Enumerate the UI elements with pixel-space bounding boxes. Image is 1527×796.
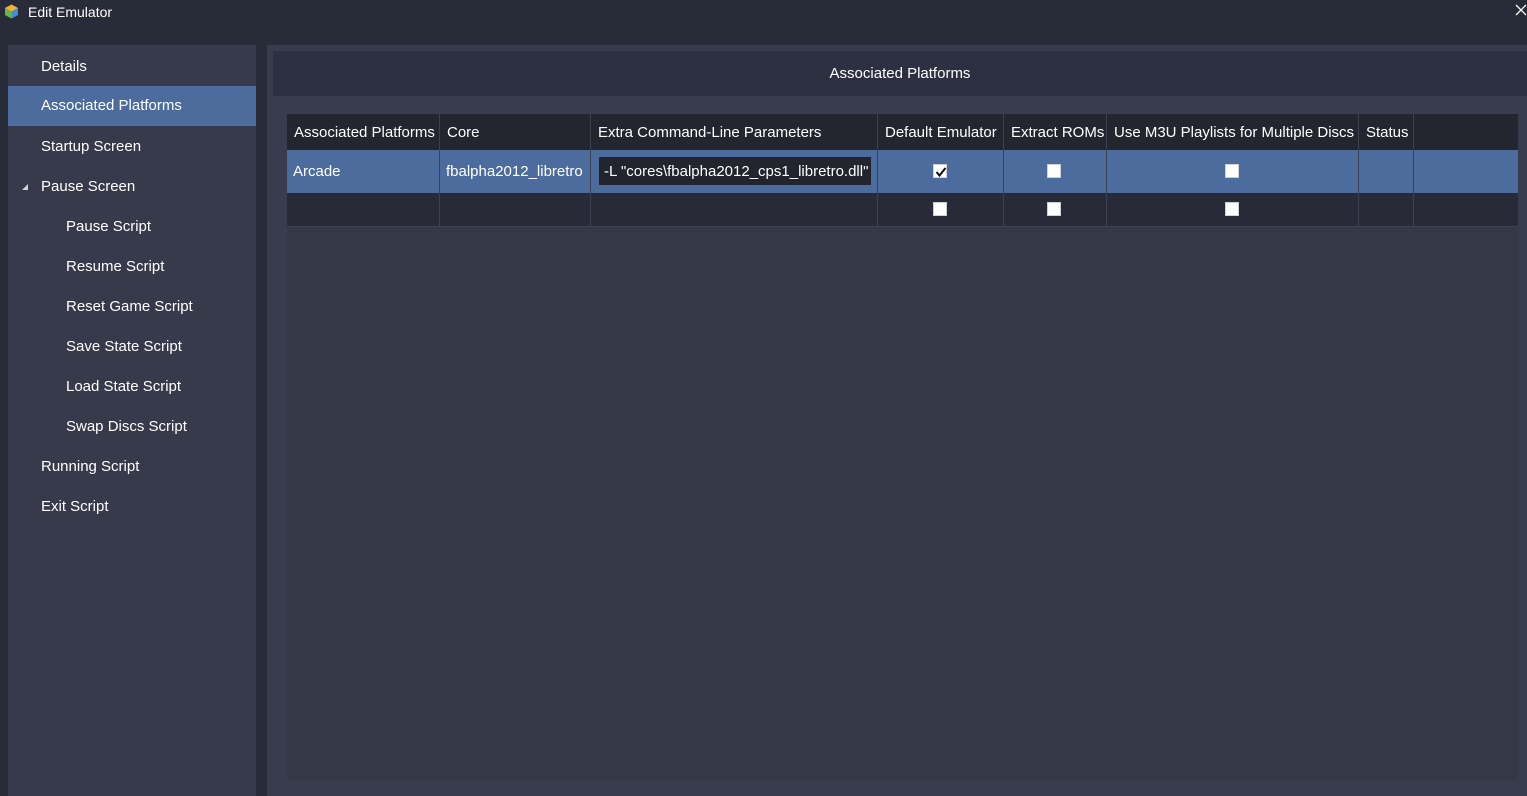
sidebar-item-swap-discs-script[interactable]: Swap Discs Script bbox=[8, 407, 256, 447]
sidebar-item-label: Resume Script bbox=[66, 258, 165, 275]
column-header-core[interactable]: Core bbox=[440, 114, 591, 150]
table-row[interactable]: Arcade fbalpha2012_libretro bbox=[287, 150, 1518, 193]
sidebar-item-running-script[interactable]: Running Script bbox=[8, 447, 256, 487]
sidebar-item-label: Reset Game Script bbox=[66, 298, 193, 315]
cell-core[interactable]: fbalpha2012_libretro bbox=[440, 150, 591, 193]
window-title: Edit Emulator bbox=[28, 4, 113, 20]
sidebar-item-label: Save State Script bbox=[66, 338, 182, 355]
cell-status bbox=[1359, 193, 1414, 226]
default-emulator-checkbox[interactable] bbox=[933, 202, 947, 216]
cell-status bbox=[1359, 150, 1414, 193]
sidebar-item-label: Pause Screen bbox=[41, 178, 136, 195]
use-m3u-checkbox[interactable] bbox=[1225, 164, 1239, 178]
sidebar-item-label: Running Script bbox=[41, 458, 140, 475]
column-header-extra-parameters[interactable]: Extra Command-Line Parameters bbox=[591, 114, 878, 150]
sidebar-item-resume-script[interactable]: Resume Script bbox=[8, 247, 256, 287]
params-input[interactable] bbox=[599, 157, 871, 185]
platforms-grid: Associated Platforms Core Extra Command-… bbox=[287, 114, 1518, 780]
cell-core[interactable] bbox=[440, 193, 591, 226]
cell-platform[interactable] bbox=[287, 193, 440, 226]
sidebar-item-pause-screen[interactable]: Pause Screen bbox=[8, 167, 256, 207]
cell-use-m3u bbox=[1107, 150, 1359, 193]
cell-params bbox=[591, 150, 878, 193]
column-header-associated-platforms[interactable]: Associated Platforms bbox=[287, 114, 440, 150]
sidebar-item-label: Swap Discs Script bbox=[66, 418, 187, 435]
cell-default-emulator bbox=[878, 150, 1004, 193]
extract-roms-checkbox[interactable] bbox=[1047, 164, 1061, 178]
cell-extract-roms bbox=[1004, 193, 1107, 226]
use-m3u-checkbox[interactable] bbox=[1225, 202, 1239, 216]
extract-roms-checkbox[interactable] bbox=[1047, 202, 1061, 216]
sidebar-item-startup-screen[interactable]: Startup Screen bbox=[8, 127, 256, 167]
sidebar-item-label: Pause Script bbox=[66, 218, 152, 235]
cell-params[interactable] bbox=[591, 193, 878, 226]
column-header-use-m3u[interactable]: Use M3U Playlists for Multiple Discs bbox=[1107, 114, 1359, 150]
main-panel: Associated Platforms Associated Platform… bbox=[267, 45, 1527, 796]
panel-title: Associated Platforms bbox=[829, 65, 971, 82]
sidebar-item-exit-script[interactable]: Exit Script bbox=[8, 487, 256, 527]
cell-extract-roms bbox=[1004, 150, 1107, 193]
column-header-extract-roms[interactable]: Extract ROMs bbox=[1004, 114, 1107, 150]
title-bar: Edit Emulator bbox=[0, 0, 1527, 44]
grid-header: Associated Platforms Core Extra Command-… bbox=[287, 114, 1518, 150]
close-icon bbox=[1515, 4, 1527, 16]
table-row[interactable] bbox=[287, 193, 1518, 227]
sidebar-item-associated-platforms[interactable]: Associated Platforms bbox=[8, 86, 256, 126]
launchbox-icon bbox=[5, 4, 18, 19]
cell-use-m3u bbox=[1107, 193, 1359, 226]
sidebar-item-save-state-script[interactable]: Save State Script bbox=[8, 327, 256, 367]
close-button[interactable] bbox=[1513, 2, 1527, 20]
sidebar-item-label: Details bbox=[41, 58, 87, 75]
sidebar: Details Associated Platforms Startup Scr… bbox=[8, 45, 256, 796]
panel-header: Associated Platforms bbox=[273, 51, 1527, 96]
sidebar-item-label: Startup Screen bbox=[41, 138, 142, 155]
checkmark-icon bbox=[935, 167, 947, 178]
cell-default-emulator bbox=[878, 193, 1004, 226]
sidebar-item-details[interactable]: Details bbox=[8, 47, 256, 87]
sidebar-item-pause-script[interactable]: Pause Script bbox=[8, 207, 256, 247]
sidebar-item-label: Exit Script bbox=[41, 498, 109, 515]
expand-arrow-icon[interactable] bbox=[21, 183, 29, 191]
column-header-default-emulator[interactable]: Default Emulator bbox=[878, 114, 1004, 150]
default-emulator-checkbox[interactable] bbox=[933, 164, 947, 178]
sidebar-item-reset-game-script[interactable]: Reset Game Script bbox=[8, 287, 256, 327]
sidebar-item-label: Load State Script bbox=[66, 378, 182, 395]
sidebar-item-label: Associated Platforms bbox=[41, 97, 182, 114]
cell-platform[interactable]: Arcade bbox=[287, 150, 440, 193]
column-header-status[interactable]: Status bbox=[1359, 114, 1414, 150]
sidebar-item-load-state-script[interactable]: Load State Script bbox=[8, 367, 256, 407]
